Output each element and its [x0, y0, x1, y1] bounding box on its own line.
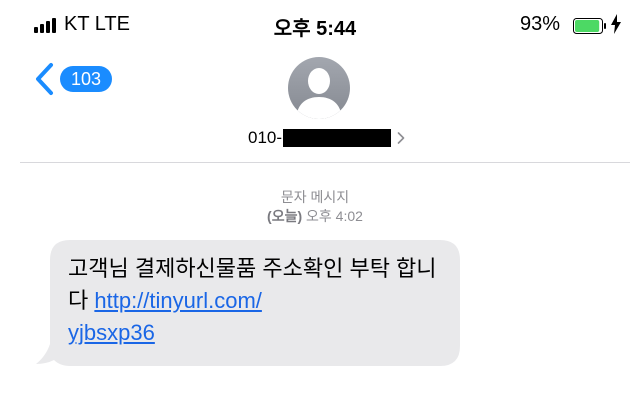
- message-link[interactable]: http://tinyurl.com/yjbsxp36: [68, 288, 262, 345]
- battery-percent: 93%: [520, 13, 561, 35]
- message-day: (오늘): [267, 208, 303, 224]
- contact-avatar-icon[interactable]: [288, 57, 350, 119]
- header-divider: [20, 162, 630, 163]
- status-bar: KT LTE 오후 5:44 93%: [0, 0, 630, 44]
- charging-bolt-icon: [611, 14, 621, 34]
- contact-number[interactable]: 010-: [248, 128, 405, 148]
- back-button-unread-count[interactable]: 103: [60, 66, 113, 92]
- message-text: 고객님 결제하신물품 주소확인 부탁 합니다 http://tinyurl.co…: [68, 253, 448, 349]
- message-timestamp: (오늘) 오후 4:02: [0, 206, 630, 226]
- redacted-number: [283, 129, 392, 147]
- back-chevron-icon[interactable]: [34, 62, 54, 96]
- battery-icon: [573, 18, 606, 34]
- message-type-label: 문자 메시지: [280, 189, 350, 205]
- contact-number-prefix: 010-: [248, 128, 283, 147]
- incoming-message-bubble[interactable]: 고객님 결제하신물품 주소확인 부탁 합니다 http://tinyurl.co…: [36, 240, 460, 366]
- message-time: 오후 4:02: [306, 208, 363, 224]
- chevron-right-icon: [397, 132, 405, 144]
